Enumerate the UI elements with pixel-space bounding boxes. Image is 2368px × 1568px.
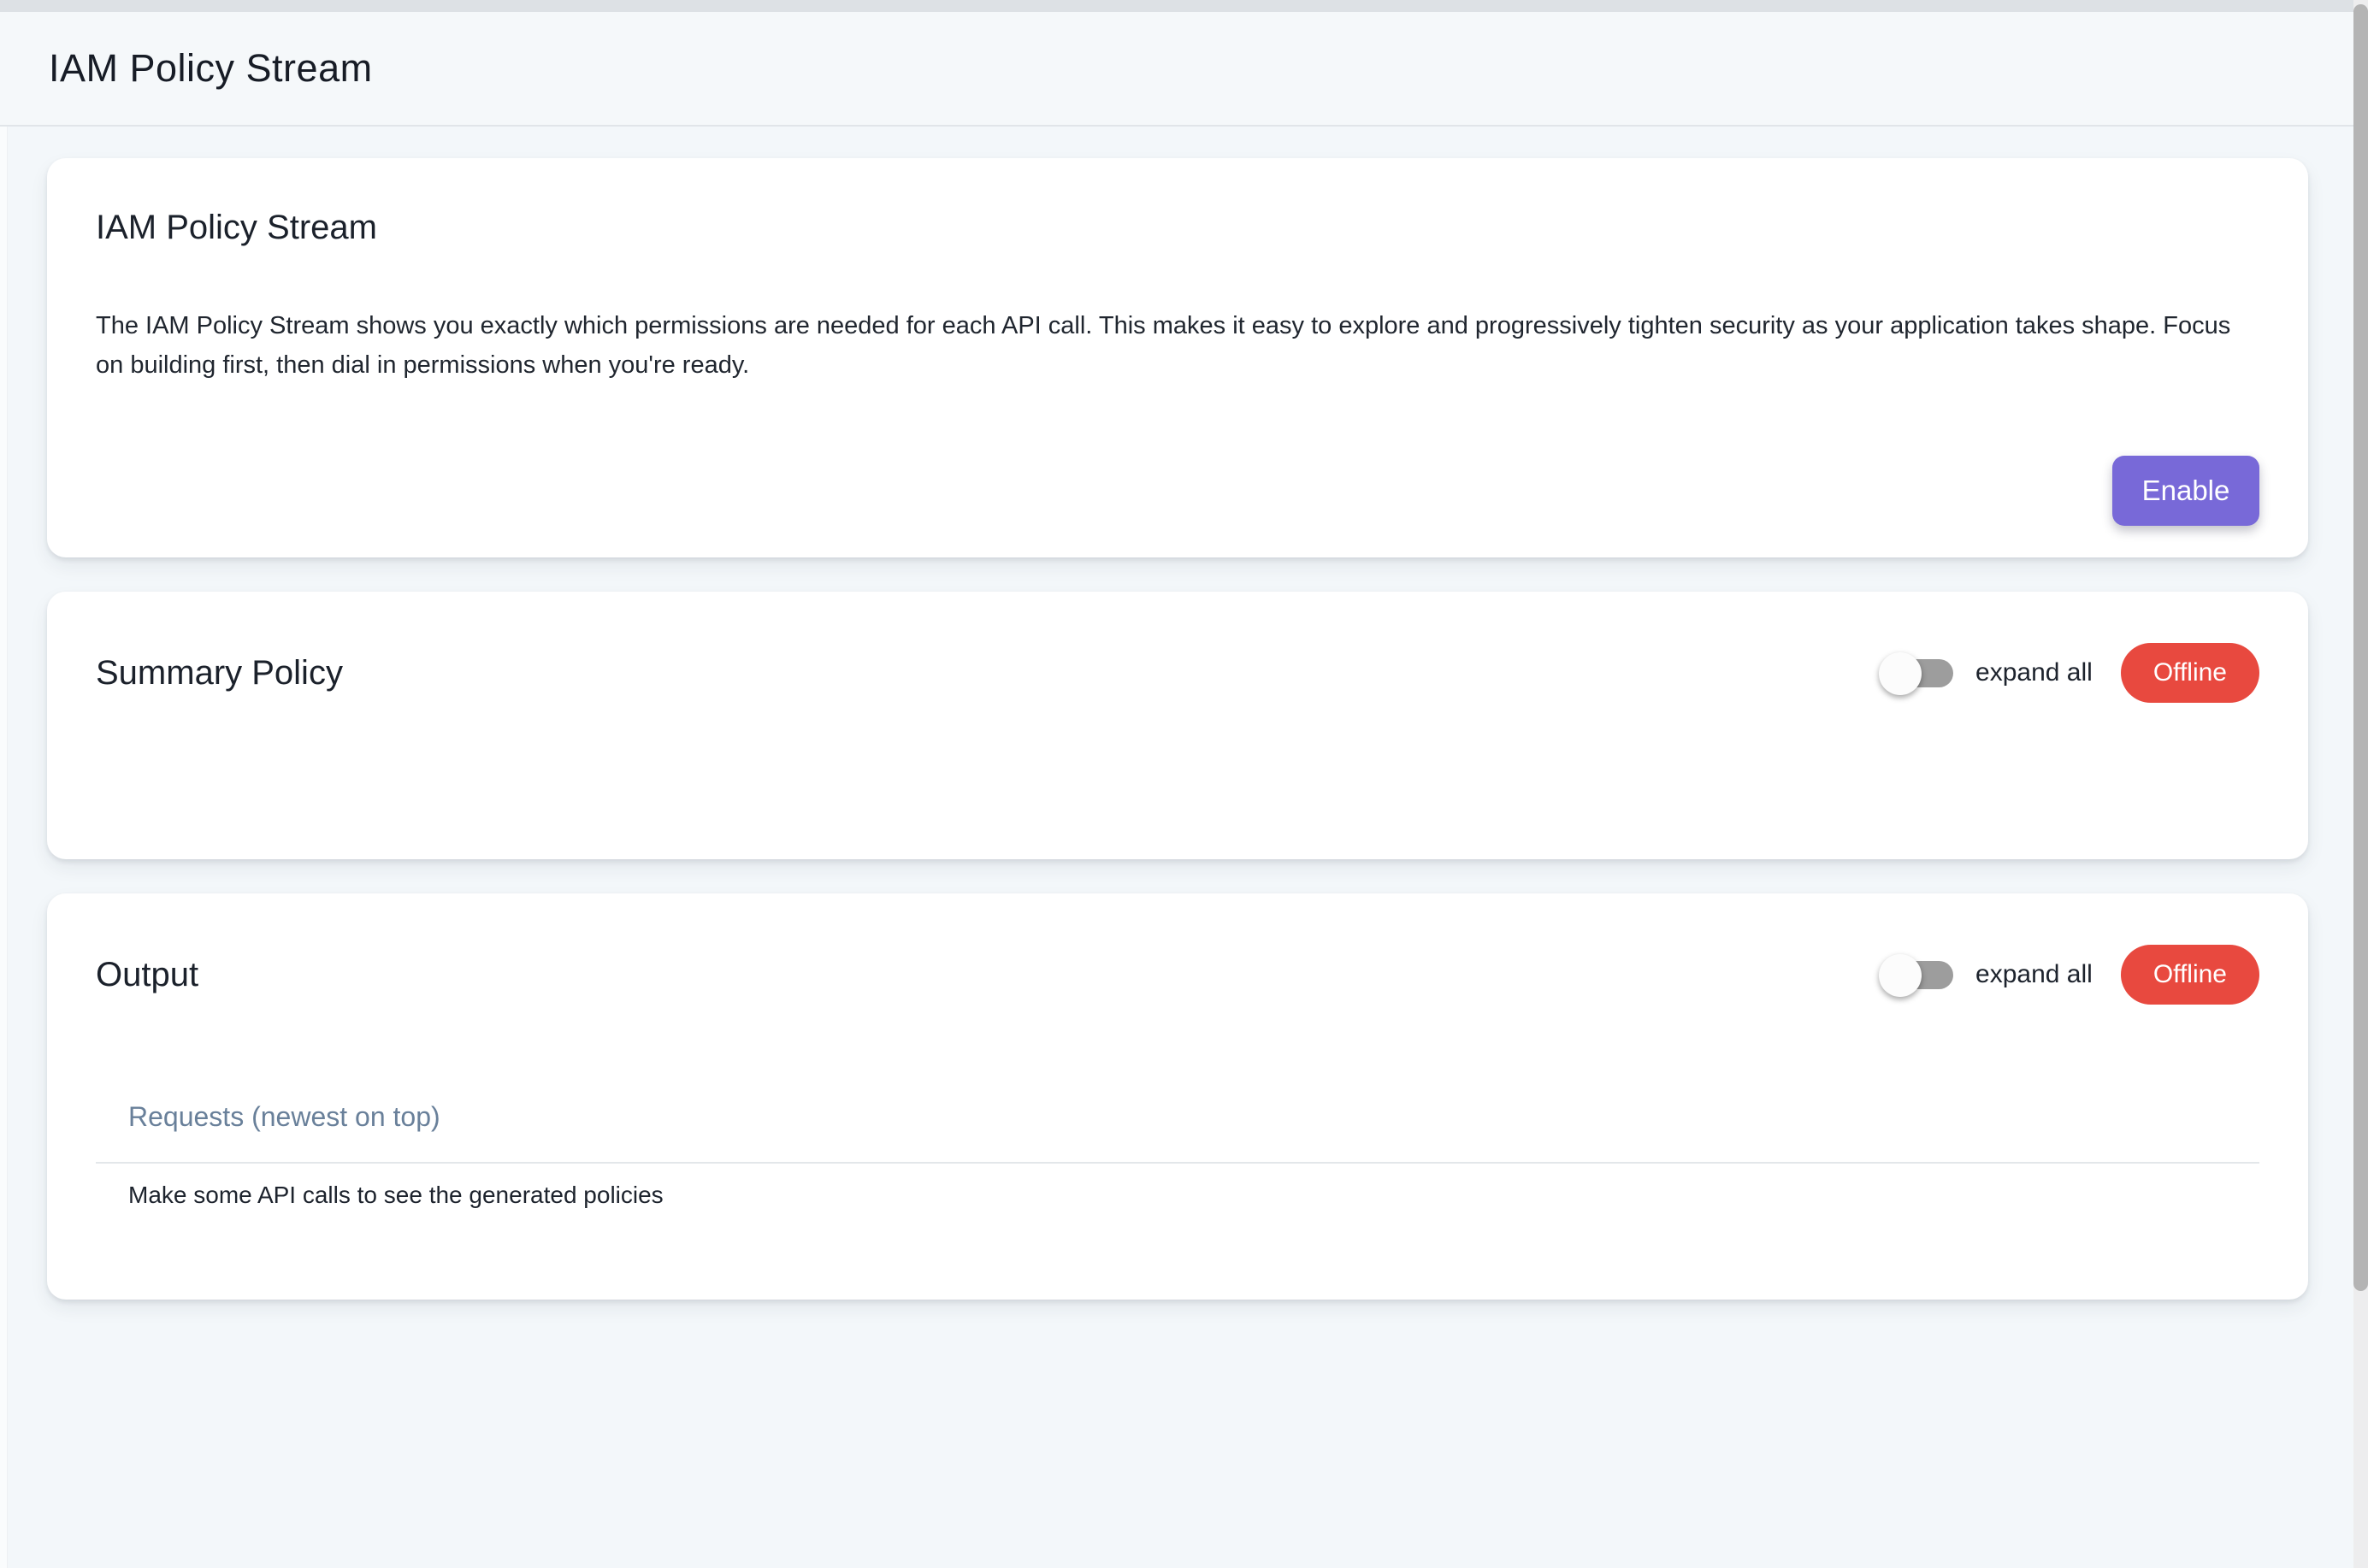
toggle-knob (1879, 954, 1922, 997)
summary-policy-controls: expand all Offline (1881, 643, 2259, 703)
summary-policy-header-row: Summary Policy expand all Offline (96, 640, 2259, 705)
summary-status-badge: Offline (2121, 643, 2259, 703)
requests-heading: Requests (newest on top) (96, 1099, 2259, 1134)
page-title: IAM Policy Stream (49, 46, 373, 91)
output-status-badge: Offline (2121, 945, 2259, 1005)
output-expand-all-toggle[interactable] (1881, 954, 1953, 996)
window-left-edge (0, 12, 8, 1568)
vertical-scrollbar-thumb[interactable] (2353, 4, 2368, 1291)
window-top-edge (0, 0, 2368, 12)
intro-card: IAM Policy Stream The IAM Policy Stream … (47, 158, 2308, 557)
requests-empty-message: Make some API calls to see the generated… (96, 1182, 2259, 1209)
intro-card-description: The IAM Policy Stream shows you exactly … (96, 306, 2259, 385)
vertical-scrollbar-track[interactable] (2353, 0, 2368, 1568)
requests-panel: Requests (newest on top) Make some API c… (96, 1099, 2259, 1209)
output-controls: expand all Offline (1881, 945, 2259, 1005)
output-card: Output expand all Offline Requests (newe… (47, 893, 2308, 1300)
output-title: Output (96, 954, 198, 995)
summary-policy-title: Summary Policy (96, 652, 343, 693)
page-header: IAM Policy Stream (0, 12, 2353, 127)
output-header-row: Output expand all Offline (96, 942, 2259, 1007)
toggle-knob (1879, 652, 1922, 695)
enable-button[interactable]: Enable (2112, 456, 2259, 526)
output-expand-all-label: expand all (1975, 960, 2093, 989)
intro-card-title: IAM Policy Stream (96, 207, 2259, 248)
summary-expand-all-toggle[interactable] (1881, 652, 1953, 694)
summary-expand-all-label: expand all (1975, 658, 2093, 687)
requests-divider (96, 1162, 2259, 1164)
summary-policy-card: Summary Policy expand all Offline (47, 592, 2308, 859)
